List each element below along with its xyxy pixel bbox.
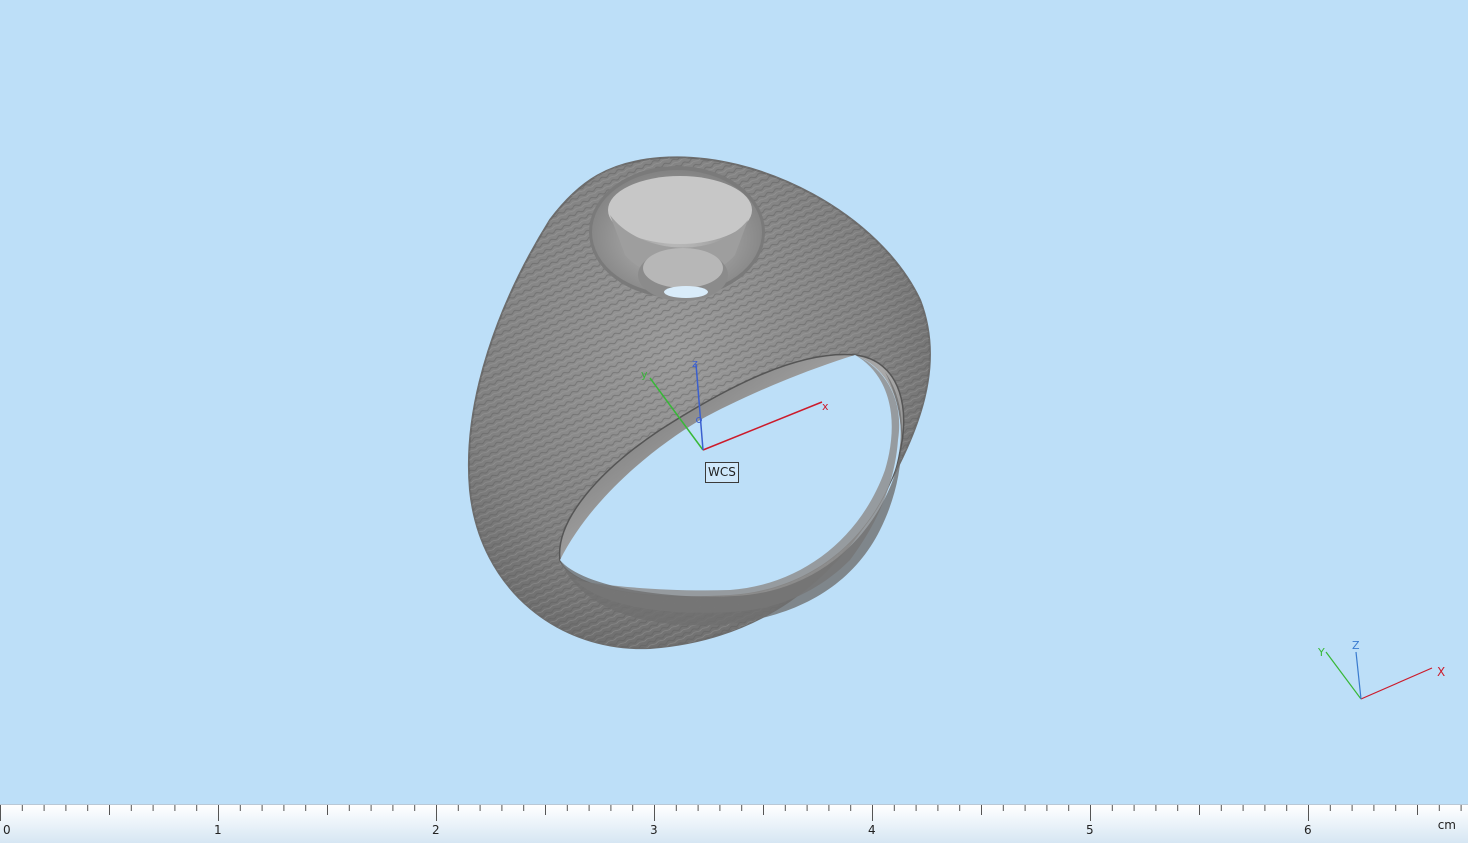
- view-z-label: Z: [1352, 639, 1360, 652]
- view-orientation-axes: [1325, 651, 1433, 700]
- 3d-viewport[interactable]: x y z WCS X Y Z: [0, 0, 1468, 804]
- ruler-label-5: 5: [1086, 823, 1094, 837]
- wcs-x-label: x: [822, 400, 829, 413]
- wcs-label: WCS: [705, 462, 739, 483]
- measurement-ruler: 0 1 2 3 4 5 6 cm: [0, 804, 1468, 843]
- wcs-y-label: y: [641, 368, 648, 381]
- ruler-label-0: 0: [3, 823, 11, 837]
- view-y-axis: [1325, 651, 1362, 700]
- ruler-unit: cm: [1437, 818, 1456, 832]
- ruler-label-4: 4: [868, 823, 876, 837]
- view-x-axis: [1360, 667, 1433, 700]
- ruler-label-3: 3: [650, 823, 658, 837]
- view-y-label: Y: [1318, 646, 1325, 659]
- view-x-label: X: [1437, 665, 1446, 679]
- ruler-label-2: 2: [432, 823, 440, 837]
- ring-model[interactable]: [0, 0, 1468, 804]
- view-z-axis: [1355, 651, 1362, 700]
- ruler-label-6: 6: [1304, 823, 1312, 837]
- wcs-z-label: z: [692, 357, 698, 370]
- ruler-label-1: 1: [214, 823, 222, 837]
